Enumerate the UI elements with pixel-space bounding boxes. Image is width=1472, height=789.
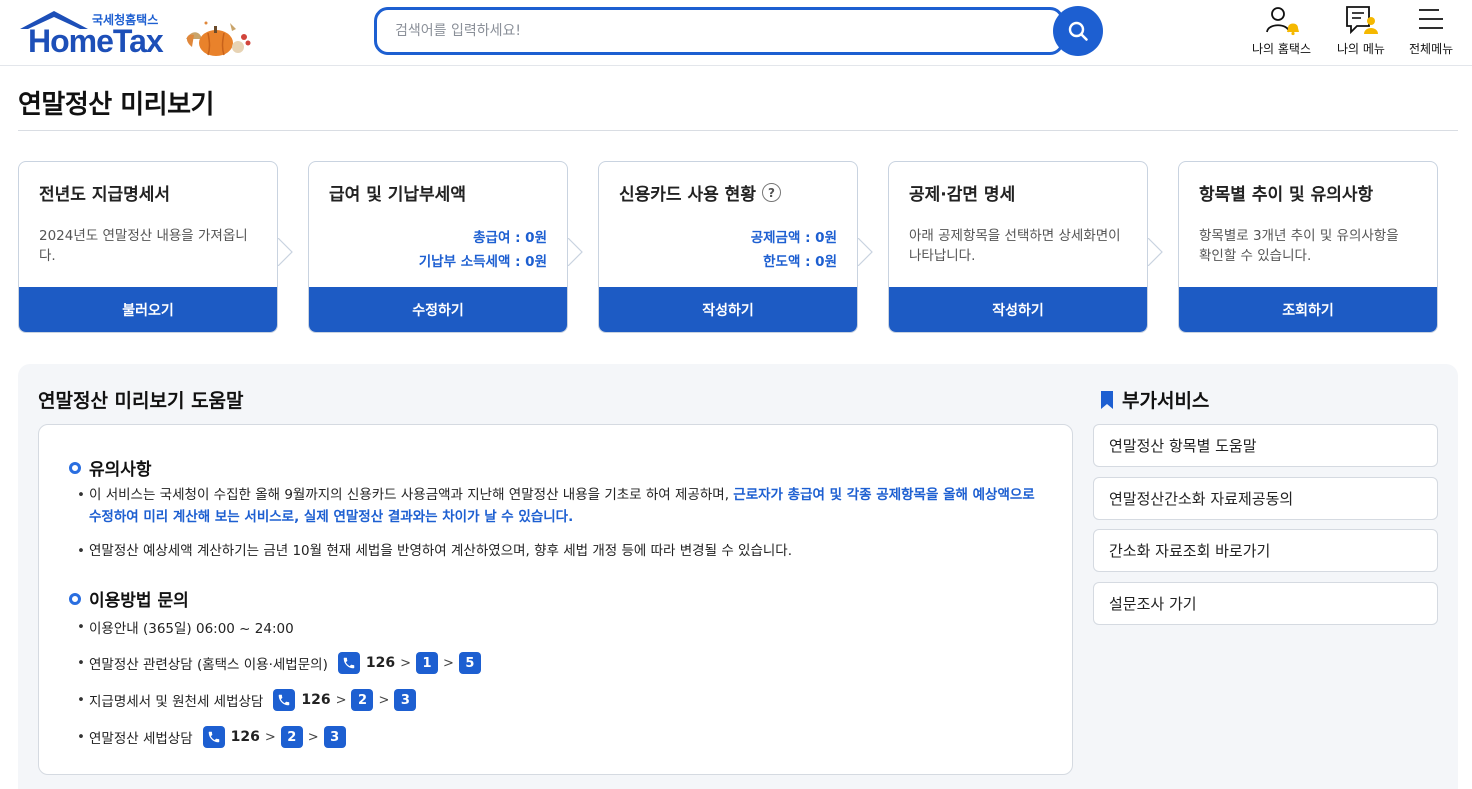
pumpkin-icon — [186, 21, 251, 56]
note-item: 연말정산 예상세액 계산하기는 금년 10월 현재 세법을 반영하여 계산하였으… — [77, 540, 1049, 562]
side-services-title-text: 부가서비스 — [1122, 390, 1210, 412]
step-title: 신용카드 사용 현황 — [619, 185, 756, 205]
side-item-item-help[interactable]: 연말정산 항목별 도움말 — [1093, 424, 1438, 467]
chevron-right-icon — [277, 238, 293, 266]
hours-text: 이용안내 (365일) 06:00 ~ 24:00 — [89, 621, 294, 637]
help-panel: 유의사항 이 서비스는 국세청이 수집한 올해 9월까지의 신용카드 사용금액과… — [38, 424, 1073, 775]
my-menu-label: 나의 메뉴 — [1337, 42, 1385, 56]
phone-number: 126 — [230, 729, 260, 745]
bookmark-icon — [1101, 390, 1113, 409]
all-menu[interactable]: 전체메뉴 — [1409, 4, 1453, 57]
prepaid-tax-value: 기납부 소득세액 : 0원 — [418, 254, 547, 270]
write-button[interactable]: 작성하기 — [599, 287, 857, 332]
side-services-title: 부가서비스 — [1098, 386, 1209, 413]
menu-number-badge: 2 — [280, 726, 303, 748]
step-card-prev-year: 전년도 지급명세서 2024년도 연말정산 내용을 가져옵니다. 불러오기 — [18, 161, 278, 333]
step-title: 공제·감면 명세 — [909, 185, 1016, 205]
menu-number-badge: 5 — [458, 652, 481, 674]
title-divider — [18, 130, 1458, 131]
my-menu[interactable]: 나의 메뉴 — [1337, 4, 1385, 57]
hometax-logo[interactable]: 국세청홈택스 HomeTax — [18, 7, 258, 59]
step-values: 총급여 : 0원 기납부 소득세액 : 0원 — [419, 226, 547, 274]
step-title: 항목별 추이 및 유의사항 — [1199, 185, 1374, 205]
help-question-icon[interactable]: ? — [761, 183, 781, 202]
help-title: 연말정산 미리보기 도움말 — [38, 390, 244, 412]
write-button[interactable]: 작성하기 — [889, 287, 1147, 332]
arrow-glyph: > — [264, 729, 276, 745]
menu-number-badge: 2 — [351, 689, 374, 711]
step-desc: 2024년도 연말정산 내용을 가져옵니다. — [39, 228, 248, 264]
top-header: 국세청홈택스 HomeTax 나의 — [0, 0, 1472, 66]
ring-bullet-icon — [69, 461, 81, 474]
side-item-consent[interactable]: 연말정산간소화 자료제공동의 — [1093, 477, 1438, 520]
step-title: 전년도 지급명세서 — [39, 185, 171, 205]
search-box — [374, 7, 1064, 55]
note-text: 연말정산 예상세액 계산하기는 금년 10월 현재 세법을 반영하여 계산하였으… — [89, 543, 793, 559]
menu-number-badge: 3 — [394, 689, 417, 711]
note-text: 이 서비스는 국세청이 수집한 올해 9월까지의 신용카드 사용금액과 지난해 … — [89, 487, 734, 503]
notes-heading-text: 유의사항 — [89, 460, 152, 480]
menu-number-badge: 1 — [415, 652, 438, 674]
my-hometax-label: 나의 홈택스 — [1252, 42, 1312, 56]
doc-user-icon — [1346, 6, 1378, 35]
notes-heading: 유의사항 — [69, 455, 152, 480]
limit-amount-value: 한도액 : 0원 — [763, 254, 837, 270]
help-section: 연말정산 미리보기 도움말 유의사항 이 서비스는 국세청이 수집한 올해 9월… — [18, 364, 1458, 789]
search-icon — [1068, 21, 1088, 41]
my-hometax-menu[interactable]: 나의 홈택스 — [1252, 4, 1311, 57]
arrow-glyph: > — [335, 692, 347, 708]
contact-label: 연말정산 세법상담 — [89, 731, 193, 747]
arrow-glyph: > — [307, 729, 319, 745]
chevron-right-icon — [567, 238, 583, 266]
inquiry-button[interactable]: 조회하기 — [1179, 287, 1437, 332]
phone-icon — [337, 652, 360, 674]
note-item: 이 서비스는 국세청이 수집한 올해 9월까지의 신용카드 사용금액과 지난해 … — [77, 484, 1049, 528]
side-item-survey[interactable]: 설문조사 가기 — [1093, 582, 1438, 625]
arrow-glyph: > — [442, 655, 454, 671]
step-card-salary: 급여 및 기납부세액 총급여 : 0원 기납부 소득세액 : 0원 수정하기 — [308, 161, 568, 333]
arrow-glyph: > — [400, 655, 411, 671]
step-title: 급여 및 기납부세액 — [329, 185, 466, 205]
user-bell-icon — [1265, 7, 1299, 36]
step-values: 공제금액 : 0원 한도액 : 0원 — [751, 226, 837, 274]
ring-bullet-icon — [69, 592, 81, 605]
all-menu-label: 전체메뉴 — [1409, 42, 1454, 56]
phone-icon — [273, 689, 296, 711]
usage-heading-text: 이용방법 문의 — [89, 591, 189, 611]
chevron-right-icon — [1147, 238, 1163, 266]
menu-number-badge: 3 — [323, 726, 346, 748]
step-card-deduction: 공제·감면 명세 아래 공제항목을 선택하면 상세화면이 나타납니다. 작성하기 — [888, 161, 1148, 333]
contact-label: 지급명세서 및 원천세 세법상담 — [89, 694, 264, 710]
hours-item: 이용안내 (365일) 06:00 ~ 24:00 — [77, 617, 294, 637]
usage-heading: 이용방법 문의 — [69, 586, 189, 611]
load-button[interactable]: 불러오기 — [19, 287, 277, 332]
step-title-row: 신용카드 사용 현황 ? — [619, 180, 781, 205]
step-card-credit-card: 신용카드 사용 현황 ? 공제금액 : 0원 한도액 : 0원 작성하기 — [598, 161, 858, 333]
edit-button[interactable]: 수정하기 — [309, 287, 567, 332]
contact-item: 연말정산 세법상담 126 > 2 > 3 — [77, 726, 346, 748]
deduction-amount-value: 공제금액 : 0원 — [750, 230, 837, 246]
arrow-glyph: > — [378, 692, 390, 708]
search-button[interactable] — [1053, 6, 1103, 56]
logo-wordmark: HomeTax — [28, 23, 164, 59]
step-desc: 아래 공제항목을 선택하면 상세화면이 나타납니다. — [909, 228, 1121, 264]
chevron-right-icon — [857, 238, 873, 266]
contact-item: 지급명세서 및 원천세 세법상담 126 > 2 > 3 — [77, 689, 417, 711]
page-title: 연말정산 미리보기 — [18, 90, 214, 120]
side-item-simplified-lookup[interactable]: 간소화 자료조회 바로가기 — [1093, 529, 1438, 572]
phone-number: 126 — [301, 692, 331, 708]
phone-number: 126 — [365, 655, 396, 671]
step-desc: 항목별로 3개년 추이 및 유의사항을 확인할 수 있습니다. — [1199, 228, 1399, 264]
total-salary-value: 총급여 : 0원 — [473, 230, 547, 246]
phone-icon — [202, 726, 225, 748]
contact-label: 연말정산 관련상담 (홈택스 이용·세법문의) — [89, 657, 328, 673]
hamburger-icon — [1419, 9, 1444, 29]
contact-item: 연말정산 관련상담 (홈택스 이용·세법문의) 126 > 1 > 5 — [77, 652, 481, 674]
step-card-trend: 항목별 추이 및 유의사항 항목별로 3개년 추이 및 유의사항을 확인할 수 … — [1178, 161, 1438, 333]
search-input[interactable] — [395, 10, 1035, 52]
